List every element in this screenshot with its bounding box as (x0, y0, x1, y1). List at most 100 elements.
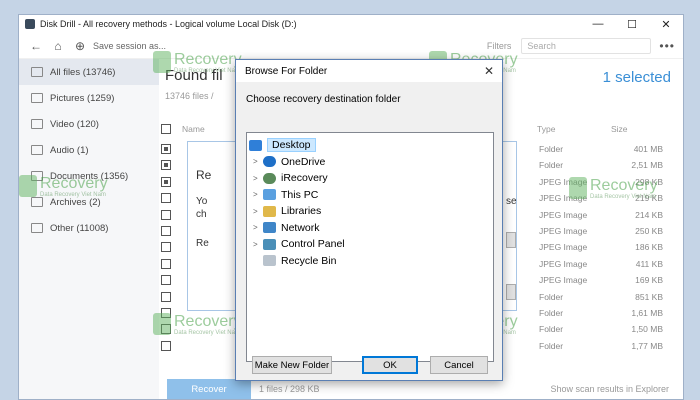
sidebar-item-documents[interactable]: Documents (1356) (19, 163, 159, 189)
row-checkbox[interactable] (161, 275, 171, 286)
save-session-icon[interactable]: ⊕ (69, 36, 91, 56)
ok-button[interactable]: OK (362, 356, 418, 374)
row-checkbox[interactable] (161, 209, 171, 220)
row-type: JPEG Image (539, 275, 588, 286)
chevron-right-icon[interactable]: > (253, 174, 263, 183)
row-checkbox[interactable] (161, 324, 171, 335)
tree-item-libraries[interactable]: > Libraries (253, 203, 321, 219)
row-type: Folder (539, 340, 564, 351)
this-pc-icon (263, 189, 276, 200)
sidebar-item-audio[interactable]: Audio (1) (19, 137, 159, 163)
dialog-close-icon[interactable]: ✕ (476, 64, 502, 78)
row-size: 186 KB (635, 242, 663, 253)
chevron-right-icon[interactable]: > (253, 157, 263, 166)
selected-count: 1 selected (602, 69, 671, 86)
tree-item-label: Network (281, 221, 320, 234)
row-checkbox[interactable] (161, 291, 171, 302)
background-dialog-button[interactable] (506, 284, 516, 300)
column-type[interactable]: Type (537, 124, 555, 134)
row-type: Folder (539, 307, 564, 318)
show-scan-results-link[interactable]: Show scan results in Explorer (550, 384, 669, 394)
row-checkbox[interactable] (161, 340, 171, 351)
more-options-button[interactable]: ••• (659, 39, 675, 53)
desktop-icon (249, 139, 262, 151)
maximize-button[interactable]: ☐ (615, 15, 649, 33)
cancel-button[interactable]: Cancel (430, 356, 488, 374)
control-panel-icon (263, 238, 276, 250)
onedrive-icon (263, 156, 276, 167)
chevron-right-icon[interactable]: > (253, 240, 263, 249)
home-button[interactable]: ⌂ (47, 36, 69, 56)
sidebar-item-label: All files (13746) (50, 66, 116, 78)
tree-item-label: This PC (281, 188, 319, 201)
row-type: JPEG Image (539, 242, 588, 253)
row-checkbox[interactable] (161, 307, 171, 318)
dialog-description: Choose recovery destination folder (246, 94, 401, 105)
select-all-checkbox[interactable] (161, 124, 171, 134)
other-icon (31, 223, 43, 233)
tree-item-label: OneDrive (281, 155, 326, 168)
chevron-right-icon[interactable]: > (253, 207, 263, 216)
column-size[interactable]: Size (611, 124, 628, 134)
row-checkbox[interactable] (161, 258, 171, 269)
tree-item-onedrive[interactable]: > OneDrive (253, 154, 325, 170)
sidebar-item-label: Video (120) (50, 118, 99, 130)
files-icon (31, 67, 43, 77)
row-size: 411 KB (635, 258, 663, 269)
tree-item-desktop[interactable]: Desktop (249, 137, 316, 153)
row-checkbox[interactable] (161, 176, 171, 187)
libraries-icon (263, 205, 276, 217)
tree-item-recycle-bin[interactable]: Recycle Bin (253, 253, 336, 269)
disk-drill-window: Disk Drill - All recovery methods - Logi… (18, 14, 684, 400)
pictures-icon (31, 93, 43, 103)
chevron-right-icon[interactable]: > (253, 223, 263, 232)
row-size: 214 KB (635, 209, 663, 220)
row-size: 169 KB (635, 275, 663, 286)
tree-item-irecovery[interactable]: > iRecovery (253, 170, 328, 186)
tree-item-this-pc[interactable]: > This PC (253, 187, 318, 203)
background-dialog-title: Re (196, 168, 212, 182)
sidebar-item-pictures[interactable]: Pictures (1259) (19, 85, 159, 111)
sidebar-item-archives[interactable]: Archives (2) (19, 189, 159, 215)
tree-item-label: iRecovery (281, 172, 328, 184)
sidebar-item-label: Other (11008) (50, 222, 109, 234)
row-checkbox[interactable] (161, 225, 171, 236)
minimize-button[interactable]: — (581, 15, 615, 33)
row-checkbox[interactable] (161, 242, 171, 253)
row-checkbox[interactable] (161, 144, 171, 154)
back-button[interactable]: ← (25, 36, 47, 56)
column-name[interactable]: Name (182, 124, 205, 134)
background-dialog-button[interactable] (506, 232, 516, 248)
sidebar-item-video[interactable]: Video (120) (19, 111, 159, 137)
row-size: 2,51 MB (631, 160, 663, 171)
recover-button[interactable]: Recover (167, 379, 251, 399)
folder-tree[interactable]: Desktop > OneDrive > iRecovery > This PC > Libra… (246, 132, 494, 362)
search-input[interactable]: Search (521, 37, 652, 54)
tree-item-control-panel[interactable]: > Control Panel (253, 236, 345, 252)
network-icon (263, 222, 276, 233)
sidebar-item-all-files[interactable]: All files (13746) (19, 59, 159, 85)
tree-item-label: Recycle Bin (281, 254, 337, 267)
sidebar-item-label: Archives (2) (50, 196, 101, 208)
make-new-folder-button[interactable]: Make New Folder (252, 356, 332, 374)
sidebar-item-label: Documents (1356) (50, 170, 129, 182)
archives-icon (31, 197, 43, 207)
sidebar: All files (13746) Pictures (1259) Video … (19, 59, 159, 399)
filters-button[interactable]: Filters (487, 41, 512, 51)
row-size: 250 KB (635, 225, 663, 236)
row-type: JPEG Image (539, 193, 588, 204)
save-session-button[interactable]: Save session as... (93, 41, 166, 51)
row-size: 401 MB (633, 144, 663, 154)
dialog-title-bar: Browse For Folder ✕ (236, 60, 502, 82)
row-checkbox[interactable] (161, 160, 171, 171)
row-size: 298 KB (635, 176, 663, 187)
row-checkbox[interactable] (161, 193, 171, 204)
tree-item-network[interactable]: > Network (253, 220, 320, 236)
chevron-right-icon[interactable]: > (253, 190, 263, 199)
sidebar-item-other[interactable]: Other (11008) (19, 215, 159, 241)
close-window-button[interactable]: ✕ (649, 15, 683, 33)
user-icon (263, 172, 276, 184)
row-size: 1,61 MB (631, 307, 663, 318)
row-type: Folder (539, 144, 564, 154)
row-type: JPEG Image (539, 176, 588, 187)
